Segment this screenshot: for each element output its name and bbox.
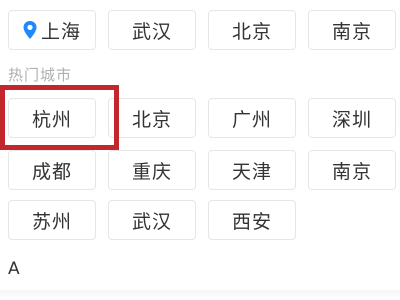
index-letter-header: A bbox=[8, 259, 20, 279]
city-label: 成都 bbox=[31, 160, 72, 183]
hot-city-chongqing[interactable]: 重庆 bbox=[108, 150, 196, 190]
hot-city-chengdu[interactable]: 成都 bbox=[8, 150, 96, 190]
hot-city-wuhan[interactable]: 武汉 bbox=[108, 200, 196, 240]
hot-city-shenzhen[interactable]: 深圳 bbox=[308, 98, 396, 138]
recent-city-nanjing[interactable]: 南京 bbox=[308, 10, 396, 50]
city-label: 深圳 bbox=[331, 108, 372, 131]
hot-city-xian[interactable]: 西安 bbox=[208, 200, 296, 240]
next-section-fade bbox=[0, 290, 400, 300]
city-label: 南京 bbox=[331, 20, 372, 43]
city-label: 武汉 bbox=[131, 210, 172, 233]
city-label: 西安 bbox=[231, 210, 272, 233]
city-label: 广州 bbox=[231, 108, 272, 131]
hot-city-hangzhou[interactable]: 杭州 bbox=[8, 98, 96, 138]
city-picker: 上海 武汉 北京 南京 热门城市 杭州 北京 广州 深圳 成都 重庆 天津 南京… bbox=[0, 0, 400, 300]
current-location-chip[interactable]: 上海 bbox=[8, 10, 96, 50]
city-label: 苏州 bbox=[31, 210, 72, 233]
hot-city-guangzhou[interactable]: 广州 bbox=[208, 98, 296, 138]
city-label: 重庆 bbox=[131, 160, 172, 183]
hot-city-suzhou[interactable]: 苏州 bbox=[8, 200, 96, 240]
recent-city-wuhan[interactable]: 武汉 bbox=[108, 10, 196, 50]
current-location-label: 上海 bbox=[40, 20, 81, 43]
hot-city-beijing[interactable]: 北京 bbox=[108, 98, 196, 138]
recent-city-beijing[interactable]: 北京 bbox=[208, 10, 296, 50]
city-label: 杭州 bbox=[31, 108, 72, 131]
city-label: 武汉 bbox=[131, 20, 172, 43]
city-label: 天津 bbox=[231, 160, 272, 183]
city-label: 北京 bbox=[131, 108, 172, 131]
hot-city-tianjin[interactable]: 天津 bbox=[208, 150, 296, 190]
city-label: 南京 bbox=[331, 160, 372, 183]
city-label: 北京 bbox=[231, 20, 272, 43]
hot-cities-title: 热门城市 bbox=[8, 66, 73, 84]
location-pin-icon bbox=[23, 21, 37, 39]
hot-city-nanjing[interactable]: 南京 bbox=[308, 150, 396, 190]
